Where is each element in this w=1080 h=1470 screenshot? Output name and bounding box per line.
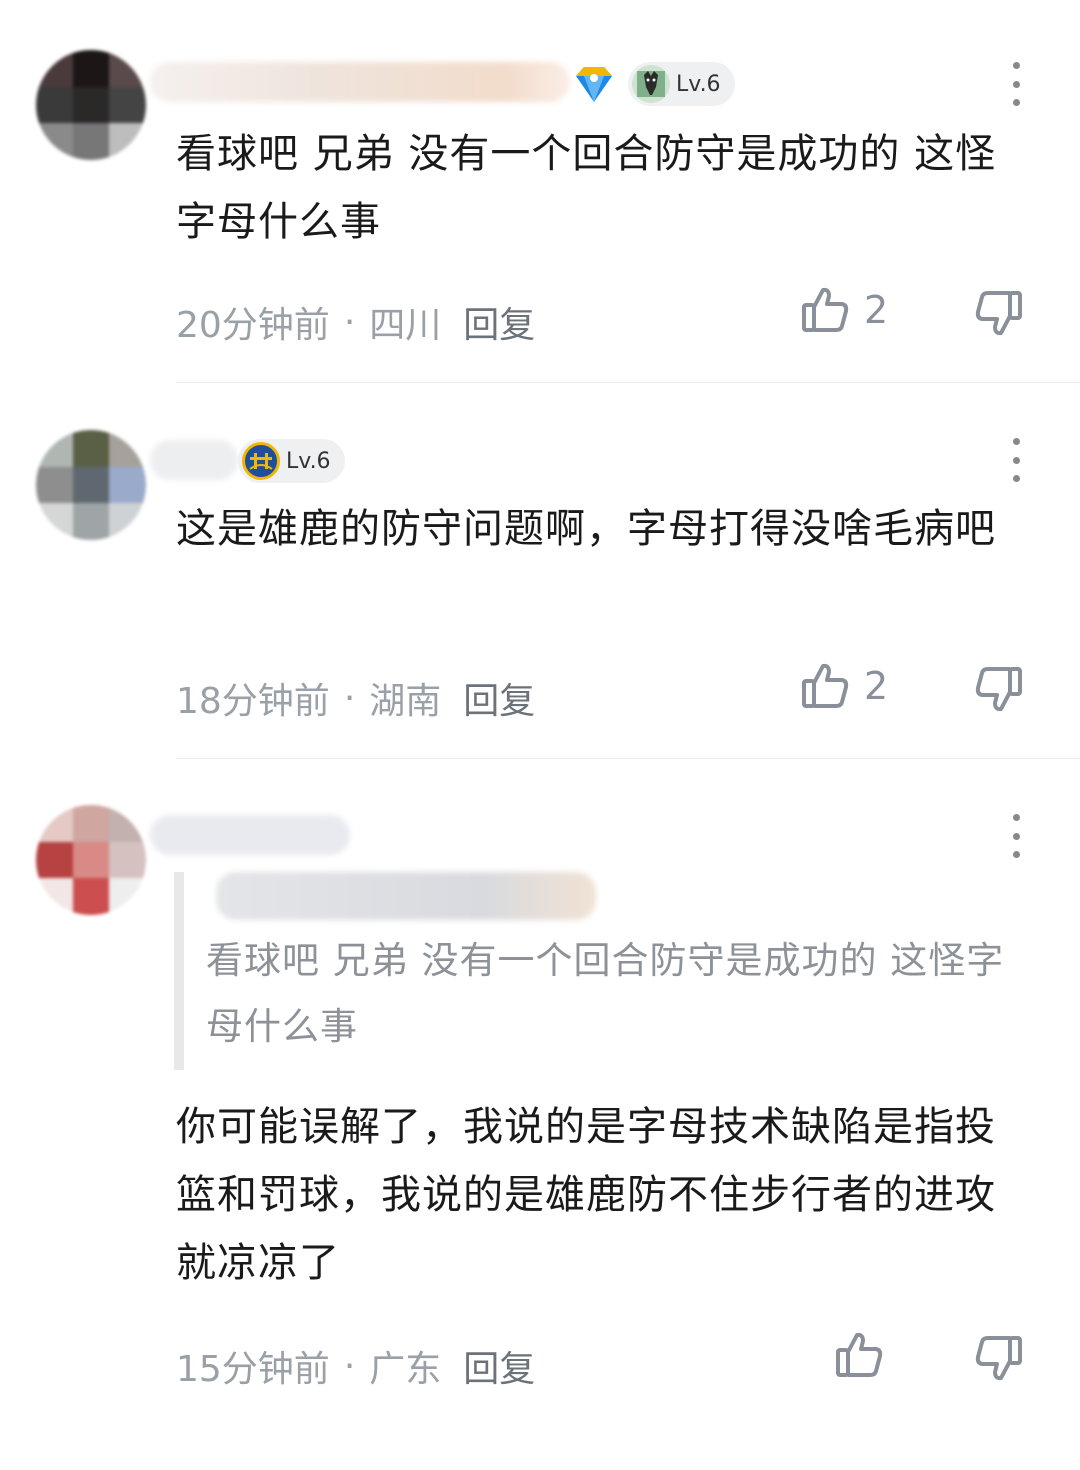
thumbs-down-icon[interactable] xyxy=(974,1333,1024,1383)
quoted-text: 看球吧 兄弟 没有一个回合防守是成功的 这怪字母什么事 xyxy=(206,939,1005,1048)
thumbs-down-icon[interactable] xyxy=(974,664,1024,714)
comment-item: 看球吧 兄弟 没有一个回合防守是成功的 这怪字母什么事 你可能误解了，我说的是字… xyxy=(0,760,1080,1450)
thumbs-up-icon xyxy=(802,287,849,332)
comment-time: 20分钟前 xyxy=(176,305,330,346)
like-button[interactable]: 2 xyxy=(800,285,888,335)
username[interactable] xyxy=(150,815,350,855)
comment-item: Lv.6 这是雄鹿的防守问题啊，字母打得没啥毛病吧 18分钟前 · 湖南 回复 … xyxy=(0,385,1080,760)
separator: · xyxy=(343,1345,356,1387)
avatar[interactable] xyxy=(36,805,146,915)
level-label: Lv.6 xyxy=(676,71,721,97)
thumbs-down-icon[interactable] xyxy=(974,288,1024,338)
comment-location: 湖南 xyxy=(369,681,442,722)
separator: · xyxy=(343,301,356,343)
comment-text: 这是雄鹿的防守问题啊，字母打得没啥毛病吧 xyxy=(176,506,996,552)
comment-meta: 18分钟前 · 湖南 回复 xyxy=(176,672,535,724)
level-badge: Lv.6 xyxy=(238,439,345,483)
level-badge: Lv.6 xyxy=(628,62,735,106)
comment-meta: 20分钟前 · 四川 回复 xyxy=(176,296,535,348)
warriors-logo-icon xyxy=(242,442,280,480)
divider xyxy=(176,382,1080,383)
more-vertical-icon[interactable] xyxy=(1004,62,1028,106)
reply-button[interactable]: 回复 xyxy=(463,1340,535,1392)
avatar[interactable] xyxy=(36,50,146,160)
comment-text: 你可能误解了，我说的是字母技术缺陷是指投篮和罚球，我说的是雄鹿防不住步行者的进攻… xyxy=(176,1104,996,1286)
diamond-badge-icon xyxy=(576,67,612,102)
quoted-comment: 看球吧 兄弟 没有一个回合防守是成功的 这怪字母什么事 xyxy=(174,872,1034,1070)
separator: · xyxy=(343,677,356,719)
comment-location: 广东 xyxy=(369,1349,442,1390)
username[interactable] xyxy=(150,440,238,480)
comment-location: 四川 xyxy=(369,305,442,346)
goat-icon xyxy=(632,65,670,103)
more-vertical-icon[interactable] xyxy=(1004,814,1028,858)
divider xyxy=(176,758,1080,759)
level-label: Lv.6 xyxy=(286,448,331,474)
username[interactable] xyxy=(150,62,570,102)
like-button[interactable]: 2 xyxy=(800,661,888,711)
avatar[interactable] xyxy=(36,430,146,540)
comment-time: 15分钟前 xyxy=(176,1349,330,1390)
reply-button[interactable]: 回复 xyxy=(463,296,535,348)
comment-time: 18分钟前 xyxy=(176,681,330,722)
comment-text: 看球吧 兄弟 没有一个回合防守是成功的 这怪字母什么事 xyxy=(176,131,997,245)
quoted-username xyxy=(216,872,596,920)
like-button[interactable] xyxy=(834,1330,884,1380)
thumbs-up-icon xyxy=(836,1332,883,1377)
like-count: 2 xyxy=(864,664,889,708)
thumbs-up-icon xyxy=(802,663,849,708)
reply-button[interactable]: 回复 xyxy=(463,672,535,724)
comment-meta: 15分钟前 · 广东 回复 xyxy=(176,1340,535,1392)
like-count: 2 xyxy=(864,288,889,332)
comment-item: Lv.6 看球吧 兄弟 没有一个回合防守是成功的 这怪字母什么事 20分钟前 ·… xyxy=(0,0,1080,385)
more-vertical-icon[interactable] xyxy=(1004,438,1028,482)
